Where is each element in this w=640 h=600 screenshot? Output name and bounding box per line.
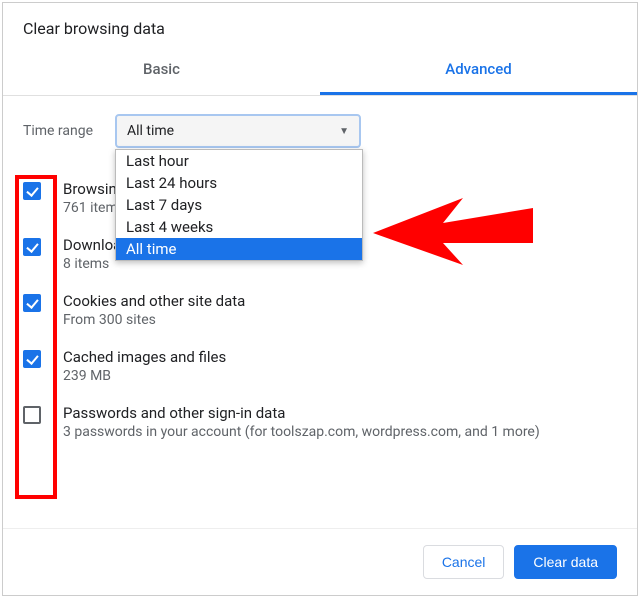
item-subtitle: From 300 sites xyxy=(63,312,245,328)
checkbox-browsing-history[interactable] xyxy=(23,182,41,200)
checkbox-passwords[interactable] xyxy=(23,406,41,424)
dialog-footer: Cancel Clear data xyxy=(3,528,637,595)
tab-advanced[interactable]: Advanced xyxy=(320,48,637,95)
list-item: Passwords and other sign-in data 3 passw… xyxy=(23,394,627,450)
item-label: Cached images and files xyxy=(63,348,226,366)
time-range-label: Time range xyxy=(23,123,115,139)
dropdown-option-last-hour[interactable]: Last hour xyxy=(116,150,362,172)
caret-down-icon: ▼ xyxy=(339,126,349,137)
time-range-selected-value: All time xyxy=(127,123,174,139)
item-subtitle: 239 MB xyxy=(63,368,226,384)
dropdown-option-last-7-days[interactable]: Last 7 days xyxy=(116,194,362,216)
content-area: Time range All time ▼ Last hour Last 24 … xyxy=(3,96,637,506)
clear-data-button[interactable]: Clear data xyxy=(514,545,617,579)
tabs: Basic Advanced xyxy=(3,48,637,96)
time-range-dropdown: Last hour Last 24 hours Last 7 days Last… xyxy=(115,149,363,261)
item-label: Passwords and other sign-in data xyxy=(63,404,540,422)
checkbox-cookies[interactable] xyxy=(23,294,41,312)
dropdown-option-last-4-weeks[interactable]: Last 4 weeks xyxy=(116,216,362,238)
checkbox-cached[interactable] xyxy=(23,350,41,368)
list-item: Cached images and files 239 MB xyxy=(23,338,627,394)
tab-basic[interactable]: Basic xyxy=(3,48,320,95)
item-subtitle: 3 passwords in your account (for toolsza… xyxy=(63,424,540,440)
dialog-title: Clear browsing data xyxy=(3,3,637,48)
list-item: Cookies and other site data From 300 sit… xyxy=(23,282,627,338)
time-range-select[interactable]: All time ▼ Last hour Last 24 hours Last … xyxy=(115,114,361,148)
dropdown-option-all-time[interactable]: All time xyxy=(116,238,362,260)
checkbox-download-history[interactable] xyxy=(23,238,41,256)
dropdown-option-last-24-hours[interactable]: Last 24 hours xyxy=(116,172,362,194)
cancel-button[interactable]: Cancel xyxy=(423,545,505,579)
item-label: Cookies and other site data xyxy=(63,292,245,310)
